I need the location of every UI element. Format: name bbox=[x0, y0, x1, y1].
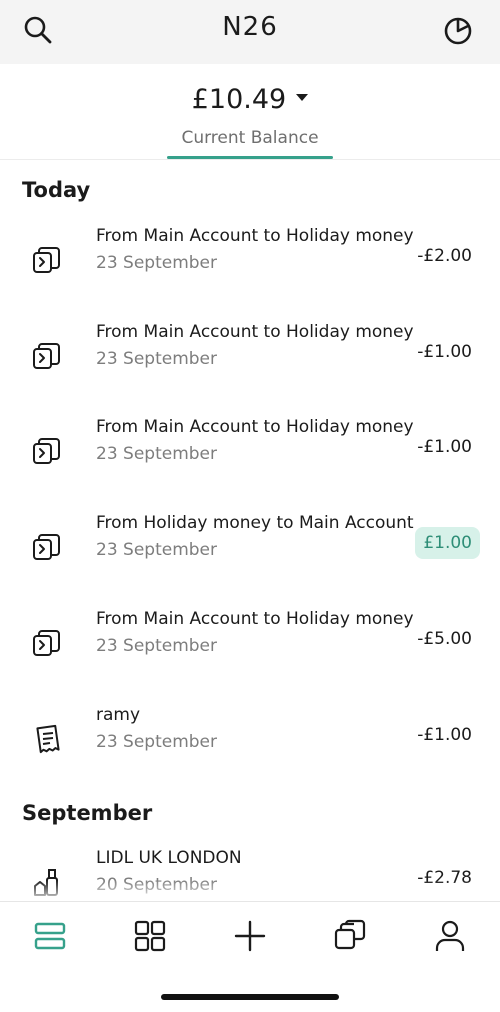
list-icon bbox=[34, 922, 66, 950]
n26-logo: N26 bbox=[222, 12, 278, 42]
balance-underline bbox=[167, 156, 333, 159]
transfer-icon bbox=[30, 433, 66, 469]
receipt-icon bbox=[30, 721, 66, 757]
nav-dashboard[interactable] bbox=[130, 916, 170, 956]
transaction-date: 23 September bbox=[96, 540, 218, 560]
plus-icon bbox=[234, 920, 266, 952]
balance-amount: £10.49 bbox=[191, 84, 287, 115]
balance-area: £10.49 Current Balance bbox=[0, 64, 500, 160]
balance-label: Current Balance bbox=[181, 128, 319, 148]
transaction-amount: £1.00 bbox=[415, 527, 480, 559]
section-title-today: Today bbox=[22, 178, 91, 202]
transaction-row[interactable]: From Main Account to Holiday money 23 Sep… bbox=[0, 415, 500, 495]
person-icon bbox=[435, 920, 465, 951]
transaction-title: ramy bbox=[96, 705, 141, 725]
transaction-row[interactable]: From Holiday money to Main Account 23 Sep… bbox=[0, 511, 500, 591]
home-indicator bbox=[161, 994, 339, 1000]
section-title-september: September bbox=[22, 801, 153, 825]
transaction-title: From Main Account to Holiday money bbox=[96, 226, 414, 246]
transaction-row[interactable]: From Main Account to Holiday money 23 Sep… bbox=[0, 224, 500, 304]
balance-selector[interactable]: £10.49 bbox=[0, 84, 500, 115]
transfer-icon bbox=[30, 242, 66, 278]
transaction-title: From Main Account to Holiday money bbox=[96, 322, 414, 342]
transaction-amount: -£1.00 bbox=[417, 342, 472, 362]
transaction-row[interactable]: From Main Account to Holiday money 23 Sep… bbox=[0, 320, 500, 400]
top-bar: N26 bbox=[0, 0, 500, 64]
nav-spaces[interactable] bbox=[330, 916, 370, 956]
transaction-date: 23 September bbox=[96, 732, 218, 752]
statistics-button[interactable] bbox=[438, 10, 478, 50]
transaction-row[interactable]: From Main Account to Holiday money 23 Sep… bbox=[0, 607, 500, 687]
grid-icon bbox=[134, 920, 166, 952]
transaction-date: 23 September bbox=[96, 636, 218, 656]
transaction-amount: -£5.00 bbox=[417, 629, 472, 649]
nav-transactions[interactable] bbox=[30, 916, 70, 956]
nav-profile[interactable] bbox=[430, 916, 470, 956]
transaction-title: From Main Account to Holiday money bbox=[96, 417, 414, 437]
transaction-title: From Holiday money to Main Account bbox=[96, 513, 414, 533]
transaction-date: 23 September bbox=[96, 253, 218, 273]
transaction-amount: -£2.00 bbox=[417, 246, 472, 266]
chevron-down-icon bbox=[296, 94, 309, 101]
transfer-icon bbox=[30, 529, 66, 565]
list-fade bbox=[0, 880, 500, 902]
spaces-icon bbox=[334, 919, 366, 950]
transaction-date: 23 September bbox=[96, 444, 218, 464]
transaction-amount: -£1.00 bbox=[417, 437, 472, 457]
transaction-title: From Main Account to Holiday money bbox=[96, 609, 414, 629]
transfer-icon bbox=[30, 338, 66, 374]
nav-add[interactable] bbox=[230, 916, 270, 956]
transaction-row[interactable]: ramy 23 September -£1.00 bbox=[0, 703, 500, 783]
pie-chart-icon bbox=[444, 17, 472, 45]
search-icon bbox=[24, 16, 52, 44]
transfer-icon bbox=[30, 625, 66, 661]
transaction-date: 23 September bbox=[96, 349, 218, 369]
transaction-amount: -£1.00 bbox=[417, 725, 472, 745]
transaction-title: LIDL UK LONDON bbox=[96, 848, 242, 868]
search-button[interactable] bbox=[18, 10, 58, 50]
